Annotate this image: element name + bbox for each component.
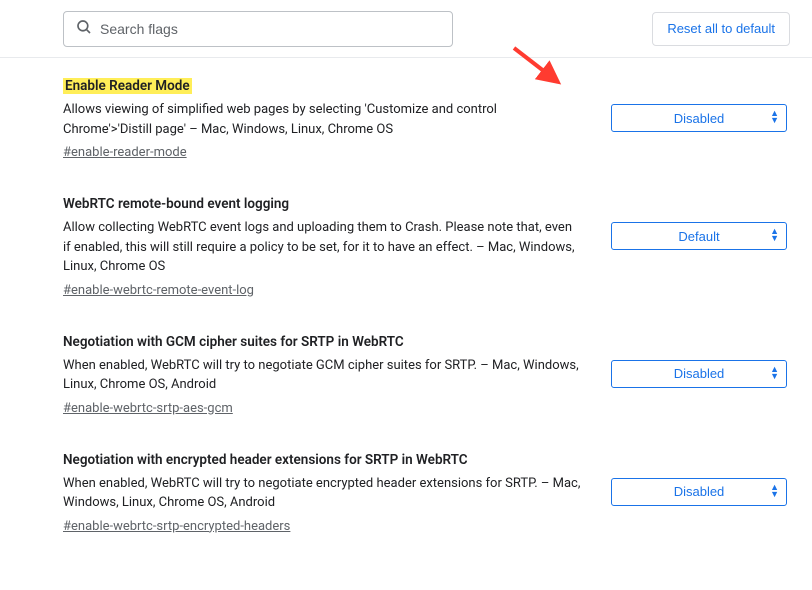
flag-title: Enable Reader Mode [63,78,192,94]
reset-all-button[interactable]: Reset all to default [652,12,790,46]
flag-row: Negotiation with GCM cipher suites for S… [63,334,790,416]
flag-row: WebRTC remote-bound event logging Allow … [63,196,790,298]
top-bar: Reset all to default [0,0,812,58]
flag-description: Allows viewing of simplified web pages b… [63,100,581,139]
flag-title: WebRTC remote-bound event logging [63,196,289,212]
flag-hash-link[interactable]: #enable-reader-mode [63,145,187,160]
flag-title: Negotiation with encrypted header extens… [63,452,468,468]
search-wrap [63,11,453,47]
flag-state-select[interactable]: Disabled [611,104,787,132]
search-icon [75,18,93,40]
flag-description: When enabled, WebRTC will try to negotia… [63,356,581,395]
search-input[interactable] [63,11,453,47]
flag-description: When enabled, WebRTC will try to negotia… [63,474,581,513]
flag-description: Allow collecting WebRTC event logs and u… [63,218,581,277]
flag-row: Enable Reader Mode Allows viewing of sim… [63,78,790,160]
flag-state-select[interactable]: Default [611,222,787,250]
flag-state-select[interactable]: Disabled [611,478,787,506]
flag-state-select[interactable]: Disabled [611,360,787,388]
flags-list: Enable Reader Mode Allows viewing of sim… [0,58,812,590]
flag-row: Negotiation with encrypted header extens… [63,452,790,534]
flag-hash-link[interactable]: #enable-webrtc-remote-event-log [63,283,254,298]
flag-hash-link[interactable]: #enable-webrtc-srtp-aes-gcm [63,401,233,416]
flag-title: Negotiation with GCM cipher suites for S… [63,334,404,350]
flag-hash-link[interactable]: #enable-webrtc-srtp-encrypted-headers [63,519,290,534]
